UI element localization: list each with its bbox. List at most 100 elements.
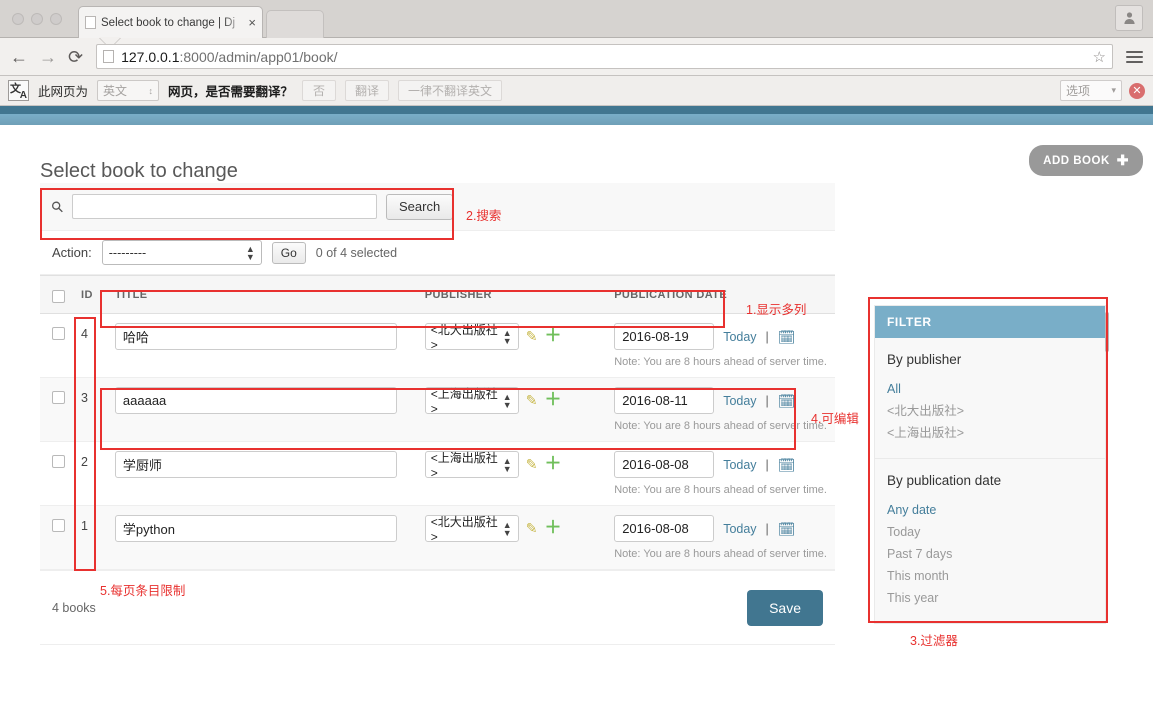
date-input[interactable] [614,387,715,414]
url-host: 127.0.0.1 [121,48,180,65]
row-select-cell[interactable] [40,313,73,378]
select-all-header[interactable] [40,275,73,314]
forward-icon[interactable]: → [39,48,57,66]
profile-button[interactable] [1115,5,1143,31]
table-header-row: ID TITLE PUBLISHER PUBLICATION DATE [40,275,835,314]
hamburger-menu-icon[interactable] [1126,50,1143,63]
search-button[interactable]: Search [386,193,454,220]
title-input[interactable] [114,451,397,478]
new-tab-button[interactable] [266,10,324,38]
select-all-checkbox[interactable] [52,290,65,303]
bookmark-star-icon[interactable]: ☆ [1093,48,1106,66]
publisher-select[interactable]: <北大出版社> ▲ ▼ [424,323,519,352]
today-link[interactable]: Today [723,330,756,344]
action-select[interactable]: --------- ▲ ▼ [101,240,262,265]
filter-item-any-date[interactable]: Any date [887,499,1093,521]
chevron-updown-icon: ▲ ▼ [502,391,512,410]
translate-options-dropdown[interactable]: 选项 ▾ [1060,80,1122,101]
filter-item-this-year[interactable]: This year [887,587,1093,609]
row-select-cell[interactable] [40,377,73,442]
edit-pencil-icon[interactable]: ✎ [526,515,538,542]
row-select-cell[interactable] [40,441,73,506]
maximize-window-button[interactable] [50,13,62,25]
reload-icon[interactable]: ⟳ [68,48,83,66]
today-link[interactable]: Today [723,458,756,472]
date-input[interactable] [614,515,715,542]
table-row: 3 <上海出版社> ▲▼ ✎ ＋ [40,377,835,442]
results-table-body: 4 <北大出版社> ▲▼ ✎ ＋ [40,313,835,570]
back-icon[interactable]: ← [10,48,28,66]
column-header-id[interactable]: ID [73,275,107,314]
calendar-icon[interactable]: 🗓 [778,330,796,344]
date-input[interactable] [614,451,715,478]
row-select-cell[interactable] [40,505,73,570]
address-bar[interactable]: 127.0.0.1:8000/admin/app01/book/ ☆ [96,44,1113,69]
translate-icon-en: A [19,90,27,101]
browser-chrome: Select book to change | Dj × ← → ⟳ 127.0… [0,0,1153,106]
edit-pencil-icon[interactable]: ✎ [526,323,538,350]
go-button[interactable]: Go [271,241,306,264]
calendar-icon[interactable]: 🗓 [778,458,796,472]
close-window-button[interactable] [12,13,24,25]
publisher-select[interactable]: <上海出版社> ▲ ▼ [424,451,519,480]
add-related-plus-icon[interactable]: ＋ [544,387,561,412]
add-related-plus-icon[interactable]: ＋ [544,451,561,476]
window-controls[interactable] [12,13,62,25]
today-link[interactable]: Today [723,394,756,408]
publisher-controls: <上海出版社> ▲ ▼ ✎ ＋ [424,387,598,416]
edit-pencil-icon[interactable]: ✎ [526,451,538,478]
annotation-label-filter: 3.过滤器 [910,634,958,648]
today-link[interactable]: Today [723,522,756,536]
row-id-cell: 3 [73,377,107,442]
add-related-plus-icon[interactable]: ＋ [544,323,561,348]
row-checkbox[interactable] [52,391,65,404]
row-publisher-cell: <上海出版社> ▲ ▼ ✎ ＋ [416,441,607,506]
filter-item-this-month[interactable]: This month [887,565,1093,587]
tab-close-icon[interactable]: × [248,16,256,29]
edit-pencil-icon[interactable]: ✎ [526,387,538,414]
row-date-cell: Today | 🗓 Note: You are 8 hours ahead of… [606,377,835,442]
filter-item-today[interactable]: Today [887,521,1093,543]
minimize-window-button[interactable] [31,13,43,25]
result-count: 4 books [52,600,96,615]
date-input[interactable] [614,323,715,350]
row-date-cell: Today | 🗓 Note: You are 8 hours ahead of… [606,505,835,570]
filter-item-publisher-1[interactable]: <北大出版社> [887,400,1093,422]
calendar-icon[interactable]: 🗓 [778,522,796,536]
translate-close-button[interactable]: ✕ [1129,82,1145,99]
browser-tab[interactable]: Select book to change | Dj × [78,6,263,38]
translate-never-button[interactable]: 一律不翻译英文 [398,80,503,101]
add-book-button[interactable]: ADD BOOK ✚ [1029,145,1143,176]
row-title-cell [106,313,417,378]
title-input[interactable] [114,387,397,414]
filter-scrollbar[interactable] [1105,312,1109,352]
row-checkbox[interactable] [52,327,65,340]
tab-title: Select book to change | Dj [101,16,236,29]
search-icon: ⚲ [47,196,68,217]
filter-item-all[interactable]: All [887,378,1093,400]
page-info-icon[interactable] [103,50,115,63]
save-button[interactable]: Save [747,589,823,626]
filter-item-past-7-days[interactable]: Past 7 days [887,543,1093,565]
translate-no-button[interactable]: 否 [302,80,337,101]
title-input[interactable] [114,323,397,350]
filter-item-publisher-2[interactable]: <上海出版社> [887,422,1093,444]
row-checkbox[interactable] [52,455,65,468]
column-header-publisher[interactable]: PUBLISHER [416,275,607,314]
row-id: 2 [81,455,88,469]
search-input[interactable] [72,194,377,219]
annotation-label-search: 2.搜索 [466,209,502,223]
row-checkbox[interactable] [52,519,65,532]
server-time-note: Note: You are 8 hours ahead of server ti… [614,356,827,368]
row-title-cell [106,505,417,570]
publisher-select[interactable]: <北大出版社> ▲ ▼ [424,515,519,544]
chevron-updown-icon: ▲ ▼ [502,455,512,474]
column-header-title[interactable]: TITLE [106,275,417,314]
translate-translate-button[interactable]: 翻译 [345,80,390,101]
publisher-select[interactable]: <上海出版社> ▲ ▼ [424,387,519,416]
translate-language-select[interactable]: 英文 ↕ [97,80,160,101]
calendar-icon[interactable]: 🗓 [778,394,796,408]
add-related-plus-icon[interactable]: ＋ [544,515,561,540]
title-input[interactable] [114,515,397,542]
row-id-cell: 1 [73,505,107,570]
